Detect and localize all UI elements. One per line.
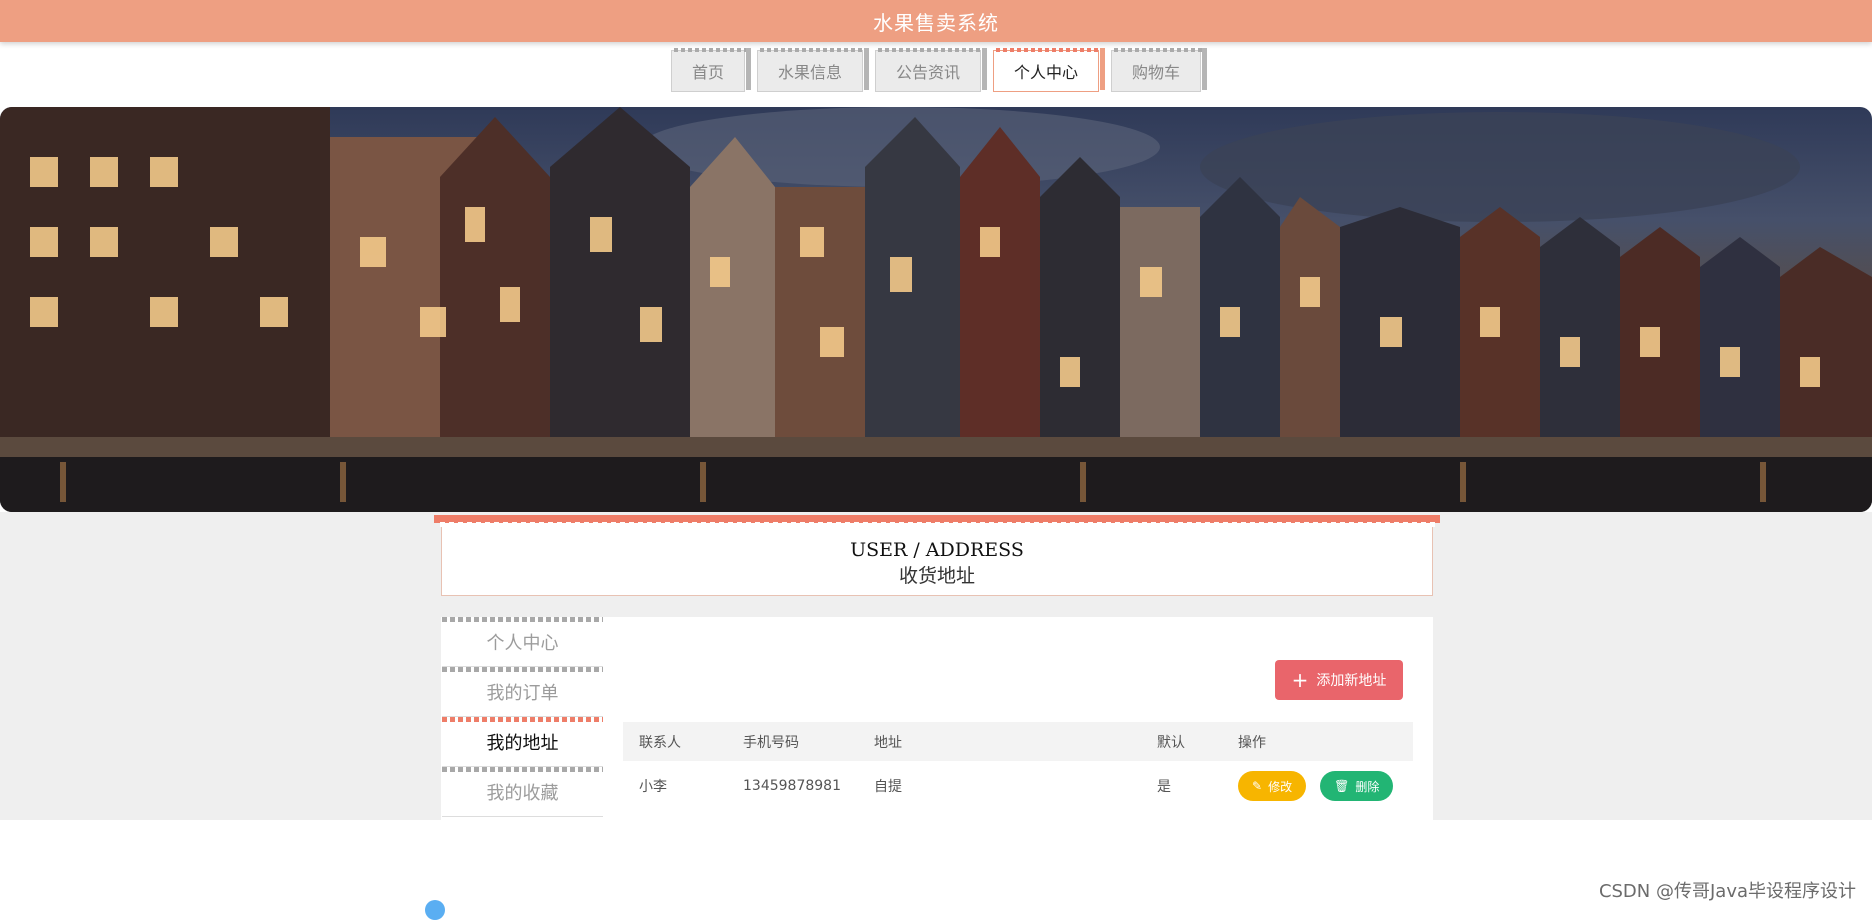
cell-contact: 小李 (639, 779, 667, 795)
sidebar-item-label: 我的收藏 (486, 782, 559, 804)
col-header-address: 地址 (874, 734, 902, 751)
table-row: 小李 13459878981 自提 是 ✎ 修改 🗑 删除 (623, 761, 1413, 811)
plus-icon: + (1291, 668, 1309, 692)
edit-button[interactable]: ✎ 修改 (1238, 771, 1307, 801)
delete-button[interactable]: 🗑 删除 (1320, 771, 1394, 801)
address-table: 联系人 手机号码 地址 默认 操作 小李 13459878981 自提 是 ✎ … (623, 722, 1413, 811)
tab-label: 个人中心 (1014, 63, 1079, 82)
top-bar: 水果售卖系统 (0, 0, 1872, 42)
main-nav: 首页 水果信息 公告资讯 个人中心 购物车 (0, 48, 1872, 92)
tab-personal-center[interactable]: 个人中心 (993, 48, 1106, 92)
page-title-en: USER / ADDRESS (850, 539, 1024, 561)
banner-image (0, 107, 1872, 512)
cell-actions: ✎ 修改 🗑 删除 (1230, 771, 1413, 801)
page-header: USER / ADDRESS 收货地址 (434, 515, 1440, 596)
col-header-phone: 手机号码 (743, 734, 799, 751)
pencil-icon: ✎ (1252, 779, 1263, 793)
tab-news[interactable]: 公告资讯 (874, 48, 988, 92)
sidebar-item-my-orders[interactable]: 我的订单 (442, 667, 603, 717)
tab-label: 公告资讯 (895, 63, 960, 82)
page-title-cn: 收货地址 (898, 565, 975, 587)
sidebar: 个人中心 我的订单 我的地址 我的收藏 (442, 617, 603, 817)
cell-address: 自提 (874, 779, 902, 795)
app-title: 水果售卖系统 (873, 10, 999, 35)
sidebar-item-my-address[interactable]: 我的地址 (442, 717, 603, 767)
col-header-contact: 联系人 (639, 734, 681, 751)
tab-fruit-info[interactable]: 水果信息 (756, 48, 870, 92)
sidebar-item-label: 我的订单 (486, 682, 559, 704)
add-address-label: 添加新地址 (1316, 673, 1387, 689)
sidebar-item-label: 我的地址 (486, 732, 559, 754)
sidebar-item-my-favorites[interactable]: 我的收藏 (442, 767, 603, 817)
col-header-default: 默认 (1157, 734, 1185, 751)
townhouse-scene (0, 107, 1872, 512)
add-address-button[interactable]: + 添加新地址 (1275, 660, 1403, 700)
col-header-actions: 操作 (1238, 734, 1266, 751)
sidebar-item-label: 个人中心 (486, 632, 559, 654)
sidebar-item-personal-center[interactable]: 个人中心 (442, 617, 603, 667)
tab-label: 首页 (691, 63, 724, 82)
table-header: 联系人 手机号码 地址 默认 操作 (623, 722, 1413, 761)
floating-dot-icon (425, 900, 445, 920)
tab-home[interactable]: 首页 (670, 48, 751, 92)
cell-phone: 13459878981 (743, 778, 841, 794)
watermark: CSDN @传哥Java毕设程序设计 (1598, 881, 1856, 902)
tab-label: 水果信息 (777, 63, 842, 82)
trash-icon: 🗑 (1334, 779, 1350, 793)
tab-label: 购物车 (1132, 63, 1181, 82)
delete-label: 删除 (1355, 779, 1380, 794)
edit-label: 修改 (1268, 779, 1293, 794)
cell-default: 是 (1157, 779, 1171, 795)
tab-cart[interactable]: 购物车 (1111, 48, 1208, 92)
